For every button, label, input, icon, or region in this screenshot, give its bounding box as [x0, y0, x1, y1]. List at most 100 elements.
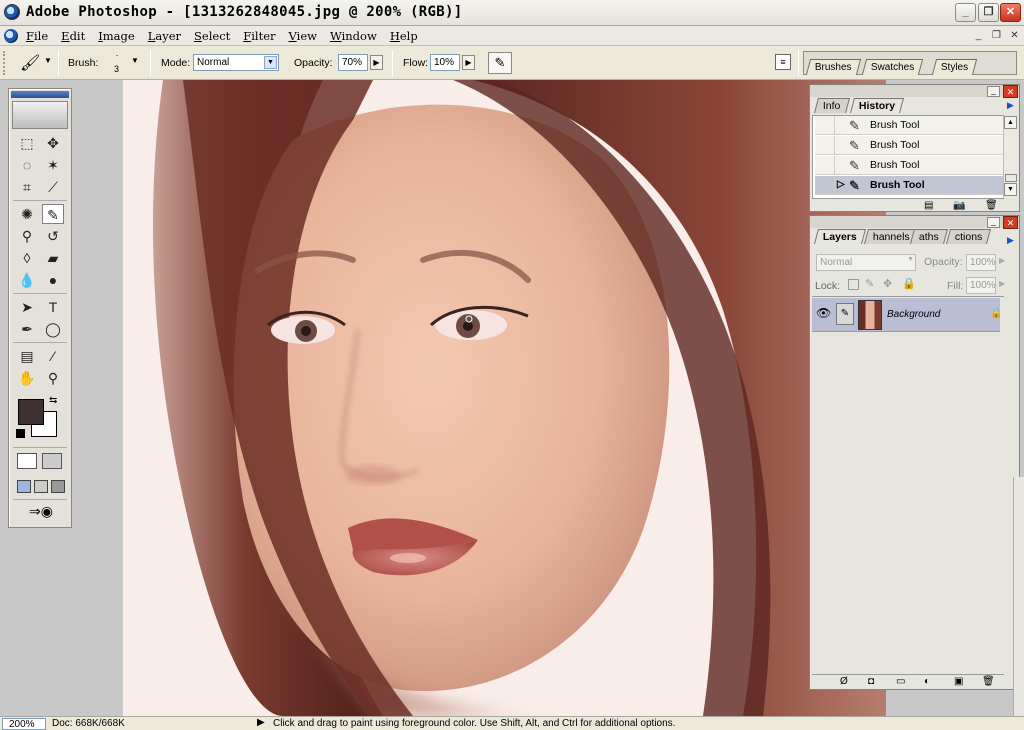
menu-edit[interactable]: Edit	[61, 29, 85, 43]
brush-tool-icon[interactable]: ✎	[42, 204, 64, 224]
zoom-tool-icon[interactable]: ⚲	[42, 368, 64, 388]
lock-all-icon[interactable]: 🔒	[902, 277, 916, 290]
doc-restore-icon[interactable]: ❐	[988, 29, 1005, 44]
fill-field[interactable]: 100%	[966, 277, 996, 294]
tab-brushes[interactable]: Brushes	[805, 59, 861, 75]
new-layer-icon[interactable]: ▣	[954, 676, 963, 687]
document-icon[interactable]	[4, 29, 18, 43]
panel-close-icon[interactable]: ✕	[1003, 85, 1018, 98]
menu-select[interactable]: Select	[194, 29, 230, 43]
history-state-slider-icon[interactable]: ▷	[837, 179, 845, 190]
history-source-checkbox[interactable]	[815, 156, 835, 175]
close-button[interactable]: ✕	[1000, 3, 1021, 22]
options-grip[interactable]	[3, 51, 7, 75]
toggle-palettes-icon[interactable]: ≡	[775, 54, 791, 70]
menu-layer[interactable]: Layer	[148, 29, 181, 43]
zoom-field[interactable]: 200%	[2, 718, 46, 730]
type-tool-icon[interactable]: T	[42, 297, 64, 317]
quick-mask-mode-icon[interactable]	[42, 453, 62, 469]
lasso-tool-icon[interactable]: ◌	[16, 155, 38, 175]
scroll-down-icon[interactable]: ▼	[1004, 183, 1017, 196]
chevron-down-icon[interactable]: ▼	[264, 56, 277, 69]
full-screen-mode-icon[interactable]	[51, 480, 65, 493]
history-state-row[interactable]: ✎ Brush Tool	[815, 156, 1003, 175]
jump-to-imageready-icon[interactable]: ⇒◉	[17, 503, 65, 523]
tab-info[interactable]: Info	[813, 98, 850, 113]
eraser-tool-icon[interactable]: ◊	[16, 248, 38, 268]
brush-dropdown-arrow-icon[interactable]: ▼	[131, 56, 139, 65]
marquee-tool-icon[interactable]: ⬚	[16, 133, 38, 153]
blend-mode-select[interactable]: Normal ▼	[816, 254, 916, 271]
layer-visibility-eye-icon[interactable]: 👁	[816, 306, 831, 320]
adjustment-layer-icon[interactable]: ◐	[924, 676, 930, 687]
status-arrow-icon[interactable]: ▶	[257, 717, 265, 728]
history-source-checkbox[interactable]	[815, 136, 835, 155]
history-scrollbar[interactable]: ▲ ▼	[1003, 116, 1018, 198]
window-scrollbar-fragment[interactable]	[1013, 477, 1024, 716]
menu-help[interactable]: Help	[390, 29, 418, 43]
tab-layers[interactable]: Layers	[813, 229, 866, 244]
restore-button[interactable]: ❐	[978, 3, 999, 22]
lock-transparency-icon[interactable]	[848, 279, 859, 290]
layer-mask-icon[interactable]: ◘	[868, 676, 874, 687]
menu-window[interactable]: Window	[330, 29, 377, 43]
move-tool-icon[interactable]: ✥	[42, 133, 64, 153]
mode-select[interactable]: Normal ▼	[193, 54, 279, 71]
airbrush-toggle-icon[interactable]: ✎	[488, 52, 512, 74]
delete-layer-icon[interactable]: 🗑	[982, 676, 995, 687]
minimize-button[interactable]: _	[955, 3, 976, 22]
toolbox-title-bar[interactable]	[11, 91, 69, 98]
healing-brush-tool-icon[interactable]: ✺	[16, 204, 38, 224]
swap-colors-icon[interactable]: ⇆	[49, 395, 57, 406]
scroll-up-icon[interactable]: ▲	[1004, 116, 1017, 129]
full-screen-menu-mode-icon[interactable]	[34, 480, 48, 493]
dodge-tool-icon[interactable]: ●	[42, 270, 64, 290]
menu-filter[interactable]: Filter	[243, 29, 275, 43]
default-colors-icon[interactable]	[16, 429, 25, 438]
history-brush-tool-icon[interactable]: ↺	[42, 226, 64, 246]
blend-chevron-down-icon[interactable]: ▼	[907, 256, 914, 263]
tab-paths[interactable]: aths	[909, 229, 948, 244]
adobe-online-icon[interactable]	[12, 101, 68, 129]
tab-styles[interactable]: Styles	[931, 59, 978, 75]
tab-history[interactable]: History	[849, 98, 905, 113]
flow-field[interactable]: 10%	[430, 54, 460, 71]
layer-thumbnail[interactable]	[858, 300, 882, 330]
document-canvas[interactable]	[123, 80, 886, 716]
preset-dropdown-arrow-icon[interactable]: ▼	[44, 56, 52, 65]
tab-swatches[interactable]: Swatches	[861, 59, 924, 75]
doc-size-info[interactable]: Doc: 668K/668K	[52, 718, 125, 729]
flow-slider-button[interactable]: ▶	[462, 55, 475, 70]
magic-wand-tool-icon[interactable]: ✶	[42, 155, 64, 175]
history-state-row[interactable]: ✎ Brush Tool	[815, 116, 1003, 135]
doc-minimize-icon[interactable]: _	[970, 29, 987, 44]
clone-stamp-tool-icon[interactable]: ⚲	[16, 226, 38, 246]
layer-style-icon[interactable]: Ø	[840, 676, 848, 687]
layer-row-background[interactable]: 👁 ✎ Background 🔒	[812, 298, 1002, 332]
history-state-row[interactable]: ▷ ✎ Brush Tool	[815, 176, 1003, 195]
menu-file[interactable]: File	[26, 29, 48, 43]
layers-panel-minimize-icon[interactable]: _	[987, 217, 1000, 228]
lock-image-icon[interactable]: ✎	[865, 277, 874, 290]
layer-brush-link-icon[interactable]: ✎	[836, 303, 854, 325]
layer-opacity-arrow-icon[interactable]: ▶	[999, 256, 1005, 265]
ellipse-tool-icon[interactable]: ◯	[42, 319, 64, 339]
new-layer-set-icon[interactable]: ▭	[896, 676, 905, 687]
panel-menu-arrow-icon[interactable]: ▶	[1007, 100, 1014, 111]
crop-tool-icon[interactable]: ⌗	[16, 177, 38, 197]
standard-screen-mode-icon[interactable]	[17, 480, 31, 493]
menu-view[interactable]: View	[289, 29, 317, 43]
opacity-slider-button[interactable]: ▶	[370, 55, 383, 70]
history-source-checkbox[interactable]	[815, 116, 835, 135]
history-state-row[interactable]: ✎ Brush Tool	[815, 136, 1003, 155]
menu-image[interactable]: Image	[98, 29, 134, 43]
history-source-checkbox[interactable]	[815, 176, 835, 195]
tab-actions[interactable]: ctions	[945, 229, 992, 244]
standard-mode-icon[interactable]	[17, 453, 37, 469]
panel-minimize-icon[interactable]: _	[987, 86, 1000, 97]
layer-name[interactable]: Background	[887, 309, 940, 320]
pen-tool-icon[interactable]: ✒	[16, 319, 38, 339]
new-document-from-state-icon[interactable]: ▤	[924, 200, 933, 211]
eyedropper-tool-icon[interactable]: ⁄	[42, 346, 64, 366]
notes-tool-icon[interactable]: ▤	[16, 346, 38, 366]
